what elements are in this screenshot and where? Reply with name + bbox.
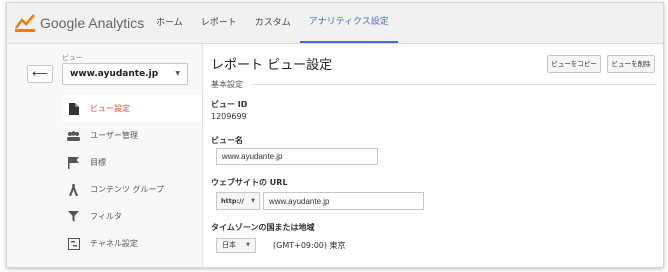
sidebar-item-view-settings[interactable]: ビュー設定 xyxy=(62,95,202,122)
back-arrow-icon: ⟵ xyxy=(32,67,48,80)
document-icon xyxy=(67,102,80,115)
view-selector-value: www.ayudante.jp xyxy=(70,69,159,79)
sidebar-item-content-grouping[interactable]: コンテンツ グループ xyxy=(62,176,202,203)
sidebar-item-goals[interactable]: 目標 xyxy=(62,149,202,176)
sidebar-item-filters[interactable]: フィルタ xyxy=(62,203,202,230)
users-icon xyxy=(67,129,80,142)
chevron-down-icon: ▼ xyxy=(175,70,180,77)
protocol-select[interactable]: http:// ▼ xyxy=(216,192,260,210)
nav-home[interactable]: ホーム xyxy=(147,3,192,43)
view-id-label: ビュー ID xyxy=(211,100,248,109)
top-bar: Google Analytics ホーム レポート カスタム アナリティクス設定 xyxy=(7,3,663,44)
delete-view-button[interactable]: ビューを削除 xyxy=(607,55,655,73)
country-value: 日本 xyxy=(222,241,236,249)
chevron-down-icon: ▼ xyxy=(251,198,255,204)
view-id-value: 1209699 xyxy=(211,112,247,121)
view-label: ビュー xyxy=(62,54,83,62)
channel-icon xyxy=(67,237,80,250)
nav-admin[interactable]: アナリティクス設定 xyxy=(299,3,398,43)
sidebar-item-label: ユーザー管理 xyxy=(90,131,138,140)
section-divider xyxy=(253,84,657,85)
sidebar-item-label: ビュー設定 xyxy=(90,104,130,113)
sidebar-item-label: 目標 xyxy=(90,158,106,167)
logo-text: Google Analytics xyxy=(40,15,145,31)
sidebar-item-user-management[interactable]: ユーザー管理 xyxy=(62,122,202,149)
view-selector[interactable]: www.ayudante.jp ▼ xyxy=(62,63,188,85)
nav-custom[interactable]: カスタム xyxy=(246,3,300,43)
page-title: レポート ビュー設定 xyxy=(211,58,333,73)
timezone-value[interactable]: (GMT+09:00) 東京 xyxy=(273,240,346,251)
sidebar-item-channel-settings[interactable]: チャネル設定 xyxy=(62,230,202,257)
sidebar-item-label: フィルタ xyxy=(90,212,122,221)
nav-reports[interactable]: レポート xyxy=(192,3,246,43)
view-name-label: ビュー名 xyxy=(211,136,243,145)
section-title: 基本設定 xyxy=(211,80,243,89)
sidebar-item-label: チャネル設定 xyxy=(90,239,138,248)
admin-sidebar: ⟵ ビュー www.ayudante.jp ▼ ビュー設定 ユーザー管理 目標 … xyxy=(7,44,203,267)
chevron-down-icon: ▼ xyxy=(246,242,250,248)
app-window: Google Analytics ホーム レポート カスタム アナリティクス設定… xyxy=(6,2,664,268)
back-button[interactable]: ⟵ xyxy=(27,65,53,83)
person-walk-icon xyxy=(67,183,80,196)
website-url-input[interactable] xyxy=(263,192,424,210)
view-name-input[interactable] xyxy=(216,148,378,165)
website-url-label: ウェブサイトの URL xyxy=(211,178,288,187)
google-analytics-logo[interactable]: Google Analytics xyxy=(15,13,144,33)
main-nav: ホーム レポート カスタム アナリティクス設定 xyxy=(147,3,398,43)
country-select[interactable]: 日本 ▼ xyxy=(216,238,256,253)
copy-view-button[interactable]: ビューをコピー xyxy=(547,55,601,73)
protocol-value: http:// xyxy=(221,197,244,205)
view-settings-panel: レポート ビュー設定 ビューをコピー ビューを削除 基本設定 ビュー ID 12… xyxy=(203,44,663,267)
view-menu: ビュー設定 ユーザー管理 目標 コンテンツ グループ フィルタ チャネル設定 xyxy=(62,95,202,257)
flag-icon xyxy=(67,156,80,169)
sidebar-item-label: コンテンツ グループ xyxy=(90,185,165,194)
analytics-logo-icon xyxy=(15,14,35,32)
timezone-label: タイムゾーンの国または地域 xyxy=(211,223,315,232)
filter-icon xyxy=(67,210,80,223)
